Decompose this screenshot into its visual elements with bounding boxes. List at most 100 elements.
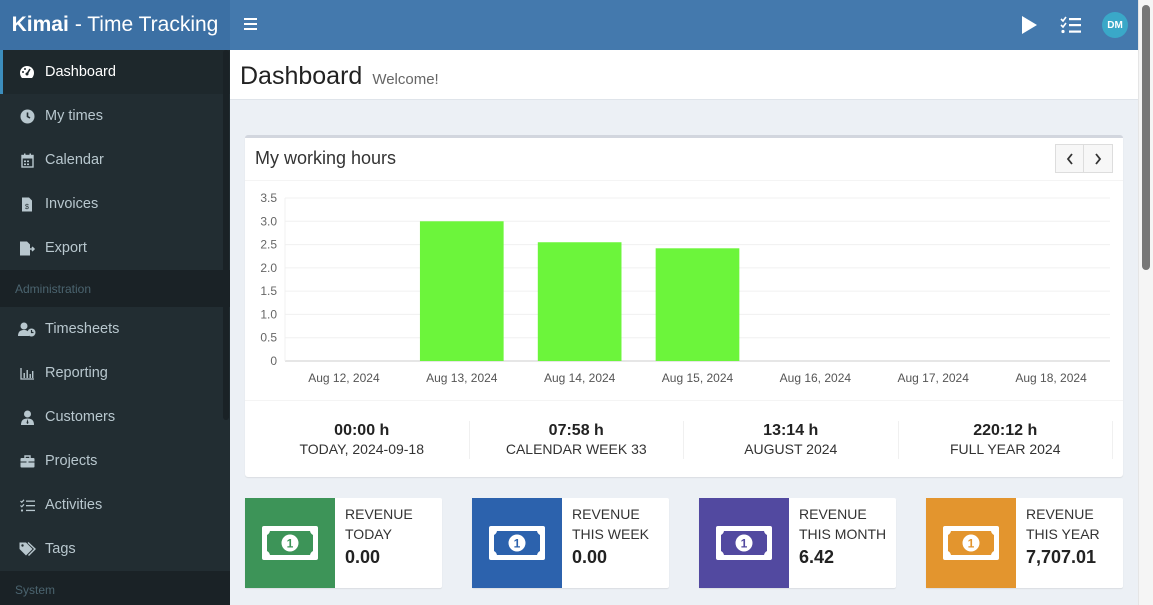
revenue-value: 7,707.01 (1026, 547, 1097, 567)
export-icon (18, 240, 36, 256)
revenue-today-box: 1 REVENUE TODAY 0.00 (245, 498, 442, 588)
revenue-label: REVENUE (572, 506, 640, 522)
brand-name: Kimai (11, 13, 69, 36)
revenue-icon-box: 1 (472, 498, 562, 588)
hamburger-icon (244, 18, 258, 30)
revenue-value: 0.00 (572, 547, 608, 567)
revenue-period: TODAY (345, 526, 392, 542)
working-hours-stats: 00:00 h TODAY, 2024-09-18 07:58 h CALEND… (245, 400, 1123, 478)
revenue-period: THIS WEEK (572, 526, 650, 542)
revenue-month-box: 1 REVENUE THIS MONTH 6.42 (699, 498, 896, 588)
user-avatar[interactable]: DM (1102, 12, 1128, 38)
revenue-week-box: 1 REVENUE THIS WEEK 0.00 (472, 498, 669, 588)
revenue-label: REVENUE (1026, 506, 1094, 522)
money-bill-icon: 1 (716, 526, 772, 560)
revenue-period: THIS MONTH (799, 526, 887, 542)
sidebar-toggle-button[interactable] (244, 15, 258, 35)
working-hours-chart: 0 0.5 1.0 1.5 2.0 2.5 3.0 3.5 Aug 12, 2024 Aug 13… (260, 191, 1110, 385)
stat-value: 220:12 h (973, 422, 1038, 439)
x-tick-label: Aug 12, 2024 (308, 371, 380, 385)
y-tick-label: 0.5 (260, 331, 277, 345)
x-tick-label: Aug 15, 2024 (662, 371, 734, 385)
page-subtitle: Welcome! (372, 71, 439, 88)
sidebar-item-export[interactable]: Export (0, 226, 230, 270)
working-hours-title: My working hours (255, 148, 397, 168)
content-header: Dashboard Welcome! (230, 50, 1138, 100)
page-scrollbar (1138, 0, 1153, 605)
sidebar-item-calendar[interactable]: Calendar (0, 138, 230, 182)
app: Kimai - Time Tracking DM Dashboard My ti… (0, 0, 1153, 605)
clock-icon (18, 108, 36, 124)
stat-value: 07:58 h (548, 422, 604, 439)
sidebar-section-administration: Administration (0, 270, 230, 307)
revenue-icon-box: 1 (926, 498, 1016, 588)
revenue-value: 6.42 (799, 547, 835, 567)
sidebar-item-label: Invoices (45, 196, 99, 212)
stat-label: FULL YEAR 2024 (949, 441, 1061, 457)
previous-week-button[interactable] (1055, 144, 1084, 173)
sidebar-item-label: Reporting (45, 365, 108, 381)
sidebar-item-label: Timesheets (45, 321, 120, 337)
svg-text:1: 1 (514, 537, 521, 551)
svg-text:1: 1 (741, 537, 748, 551)
sidebar-item-customers[interactable]: Customers (0, 395, 230, 439)
chart-bar (537, 242, 622, 361)
y-tick-label: 0 (270, 354, 277, 368)
sidebar-item-my-times[interactable]: My times (0, 94, 230, 138)
tachometer-icon (18, 64, 36, 80)
invoice-icon: $ (18, 196, 36, 212)
page-scrollbar-thumb[interactable] (1142, 5, 1150, 270)
revenue-text: REVENUE THIS WEEK 0.00 (562, 498, 649, 588)
stat-week: 07:58 h CALENDAR WEEK 33 (470, 421, 684, 459)
checklist-icon (1060, 16, 1081, 34)
sidebar-item-dashboard[interactable]: Dashboard (0, 50, 230, 94)
app-logo[interactable]: Kimai - Time Tracking (0, 0, 230, 50)
revenue-text: REVENUE TODAY 0.00 (335, 498, 413, 588)
revenue-text: REVENUE THIS MONTH 6.42 (789, 498, 886, 588)
sidebar-item-reporting[interactable]: Reporting (0, 351, 230, 395)
working-hours-box: My working hours 0 0.5 1.0 1.5 2.0 2.5 3.0 3.5 A… (245, 135, 1123, 477)
chart-navigation (1055, 144, 1113, 173)
navbar-actions: DM (1008, 0, 1138, 50)
chart-bar-icon (18, 365, 36, 381)
revenue-icon-box: 1 (699, 498, 789, 588)
revenue-period: THIS YEAR (1026, 526, 1100, 542)
chart-bar (419, 221, 504, 361)
stat-value: 13:14 h (763, 422, 819, 439)
stat-label: TODAY, 2024-09-18 (299, 441, 425, 457)
x-tick-label: Aug 13, 2024 (426, 371, 498, 385)
stat-value: 00:00 h (334, 422, 390, 439)
sidebar-item-label: My times (45, 108, 103, 124)
sidebar-item-label: Tags (45, 541, 76, 557)
chevron-right-icon (1095, 152, 1102, 165)
y-tick-label: 2.5 (260, 238, 277, 252)
stat-label: CALENDAR WEEK 33 (505, 441, 647, 457)
svg-text:$: $ (25, 204, 29, 211)
x-tick-label: Aug 14, 2024 (544, 371, 616, 385)
user-tie-icon (18, 409, 36, 425)
chevron-left-icon (1066, 152, 1073, 165)
money-bill-icon: 1 (262, 526, 318, 560)
sidebar-item-label: Calendar (45, 152, 104, 168)
sidebar-item-invoices[interactable]: $ Invoices (0, 182, 230, 226)
user-clock-icon (18, 321, 36, 337)
sidebar-item-timesheets[interactable]: Timesheets (0, 307, 230, 351)
next-week-button[interactable] (1084, 144, 1113, 173)
sidebar-item-projects[interactable]: Projects (0, 439, 230, 483)
y-tick-label: 3.0 (260, 214, 277, 228)
revenue-text: REVENUE THIS YEAR 7,707.01 (1016, 498, 1100, 588)
active-tasks-button[interactable] (1050, 0, 1092, 50)
money-bill-icon: 1 (489, 526, 545, 560)
y-tick-label: 2.0 (260, 261, 277, 275)
money-bill-icon: 1 (943, 526, 999, 560)
sidebar-item-activities[interactable]: Activities (0, 483, 230, 527)
tasks-icon (18, 497, 36, 513)
start-timer-button[interactable] (1008, 0, 1050, 50)
revenue-year-box: 1 REVENUE THIS YEAR 7,707.01 (926, 498, 1123, 588)
play-icon (1022, 16, 1037, 34)
sidebar-scrollbar[interactable] (223, 50, 229, 420)
sidebar-item-tags[interactable]: Tags (0, 527, 230, 571)
svg-text:1: 1 (287, 537, 294, 551)
stat-today: 00:00 h TODAY, 2024-09-18 (255, 421, 470, 459)
stat-month: 13:14 h AUGUST 2024 (684, 421, 899, 459)
